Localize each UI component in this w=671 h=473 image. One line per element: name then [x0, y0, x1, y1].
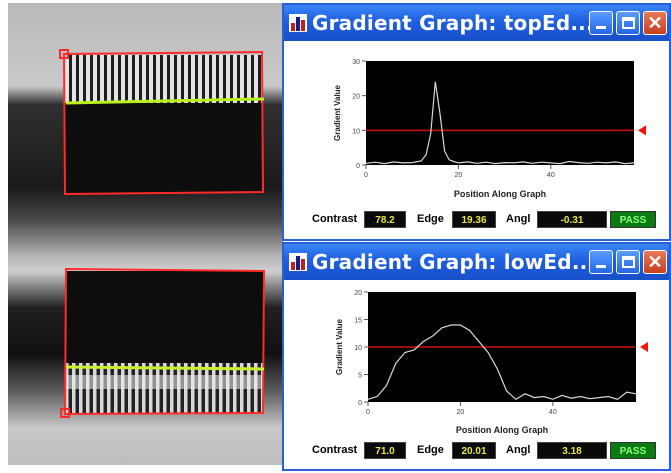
low-window-title: Gradient Graph: lowEd...: [312, 250, 596, 274]
top-ytick-label: 0: [356, 163, 360, 170]
top-maximize-button[interactable]: [616, 11, 640, 35]
top-close-button[interactable]: ✕: [643, 11, 667, 35]
top-angle-value: -0.31: [537, 211, 607, 228]
low-gradient-graph-window[interactable]: Gradient Graph: lowEd... ✕ 20 15 10 5 0 0 20 40…: [282, 242, 671, 471]
minimize-icon: [596, 265, 606, 268]
bar-chart-icon: [289, 14, 307, 32]
low-contrast-label: Contrast: [312, 444, 358, 456]
top-ytick-label: 30: [352, 59, 360, 66]
top-y-axis-label: Gradient Value: [333, 84, 342, 141]
top-window-titlebar[interactable]: Gradient Graph: topEd... ✕: [284, 5, 669, 41]
minimize-icon: [596, 26, 606, 29]
low-xtick-label: 40: [549, 409, 557, 416]
low-contrast-value: 71.0: [364, 442, 406, 459]
top-connector-body: [64, 103, 262, 193]
low-xtick-label: 20: [457, 409, 465, 416]
top-ytick-label: 10: [352, 128, 360, 135]
top-status-badge: PASS: [610, 211, 656, 228]
low-maximize-button[interactable]: [616, 250, 640, 274]
low-ytick-label: 10: [354, 345, 362, 352]
top-gradient-chart: 30 20 10 0 0 20 40 Position Along Graph Gradient…: [284, 41, 669, 216]
top-angle-label: Angl: [506, 213, 531, 225]
maximize-icon: [622, 256, 635, 268]
top-threshold-marker-icon[interactable]: [638, 125, 646, 136]
top-readouts: Contrast 78.2 Edge 19.36 Angl -0.31 PASS: [284, 210, 669, 232]
low-chart-svg: 20 15 10 5 00 20 40 Position Along Graph Gradien…: [335, 290, 648, 435]
top-edge-value: 19.36: [452, 211, 496, 228]
low-ytick-label: 15: [354, 318, 362, 325]
low-status-badge: PASS: [610, 442, 656, 459]
low-ytick-label: 0: [358, 400, 362, 407]
top-xtick-label: 20: [455, 172, 463, 179]
close-icon: ✕: [647, 13, 663, 33]
top-xtick-label: 40: [547, 172, 555, 179]
low-edge-label: Edge: [417, 444, 444, 456]
bar-chart-icon: [289, 253, 307, 271]
low-minimize-button[interactable]: [589, 250, 613, 274]
low-x-axis-label: Position Along Graph: [456, 425, 548, 435]
low-threshold-marker-icon[interactable]: [640, 342, 648, 352]
top-edge-label: Edge: [417, 213, 444, 225]
camera-image-view[interactable]: [8, 3, 283, 465]
low-y-axis-label: Gradient Value: [335, 318, 344, 375]
low-xtick-label: 0: [366, 409, 370, 416]
low-readouts: Contrast 71.0 Edge 20.01 Angl 3.18 PASS: [284, 441, 669, 463]
close-icon: ✕: [647, 252, 663, 272]
top-plot-area: [366, 61, 634, 165]
top-xtick-label: 0: [364, 172, 368, 179]
low-window-titlebar[interactable]: Gradient Graph: lowEd... ✕: [284, 244, 669, 280]
low-close-button[interactable]: ✕: [643, 250, 667, 274]
top-x-axis-label: Position Along Graph: [454, 189, 546, 199]
top-connector-pins: [64, 55, 262, 103]
low-connector-body: [66, 271, 264, 363]
vision-workspace: Gradient Graph: topEd... ✕ 30 20 10 0 0 20 40 P…: [0, 0, 671, 473]
top-chart-svg: 30 20 10 00 20 40 Position Along Graph Gradient…: [333, 59, 646, 199]
top-minimize-button[interactable]: [589, 11, 613, 35]
low-angle-value: 3.18: [537, 442, 607, 459]
top-contrast-value: 78.2: [364, 211, 406, 228]
top-window-title: Gradient Graph: topEd...: [312, 11, 594, 35]
inspection-overlay: [59, 49, 266, 418]
low-edge-line: [65, 365, 265, 371]
low-ytick-label: 20: [354, 290, 362, 297]
low-ytick-label: 5: [358, 373, 362, 380]
low-angle-label: Angl: [506, 444, 531, 456]
low-edge-value: 20.01: [452, 442, 496, 459]
top-ytick-label: 20: [352, 94, 360, 101]
top-contrast-label: Contrast: [312, 213, 358, 225]
low-gradient-chart: 20 15 10 5 0 0 20 40 Position Along Graph Gradien…: [284, 280, 669, 445]
top-gradient-graph-window[interactable]: Gradient Graph: topEd... ✕ 30 20 10 0 0 20 40 P…: [282, 3, 671, 241]
maximize-icon: [622, 17, 635, 29]
